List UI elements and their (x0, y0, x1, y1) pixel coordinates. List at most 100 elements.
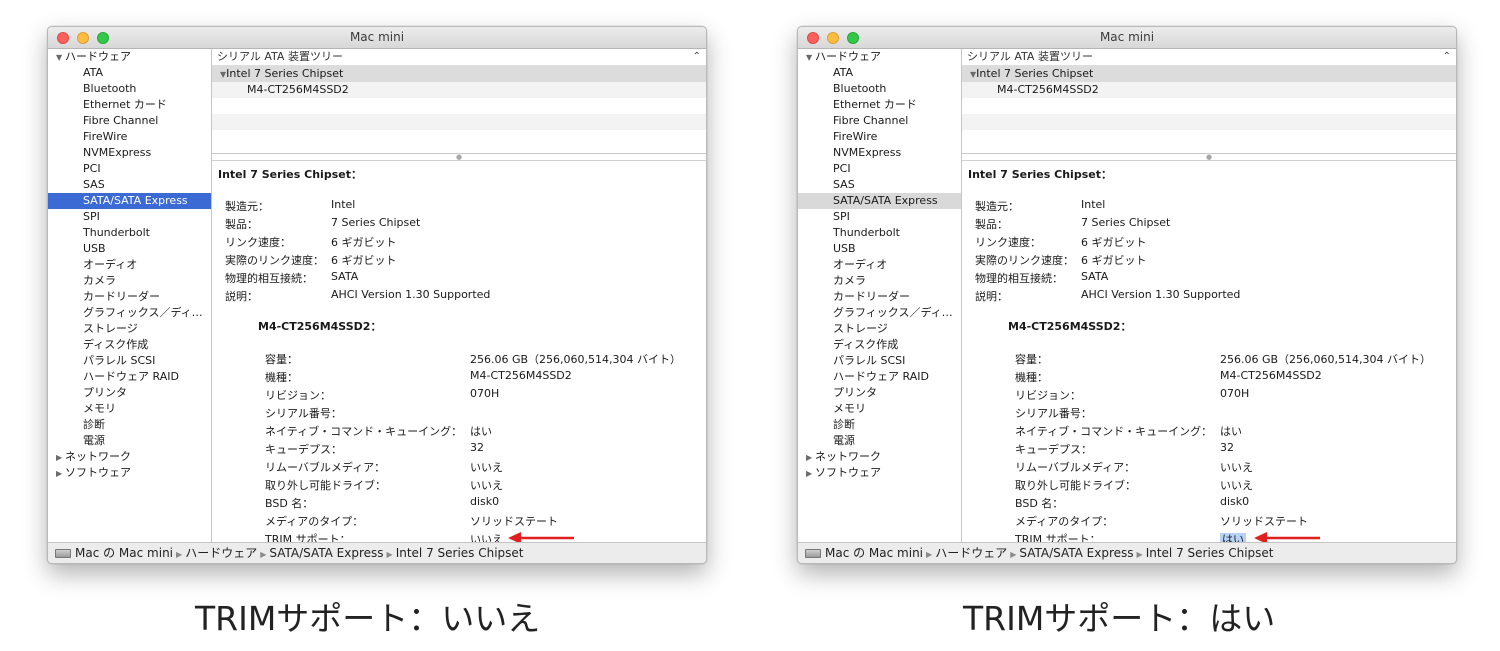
sidebar-item-sas[interactable]: SAS (48, 177, 211, 193)
sidebar-item-fibre-channel[interactable]: Fibre Channel (48, 113, 211, 129)
sidebar-item-item[interactable]: カメラ (48, 273, 211, 289)
sidebar-item-spi[interactable]: SPI (48, 209, 211, 225)
path-chipset[interactable]: Intel 7 Series Chipset (396, 546, 524, 560)
sidebar-item-item[interactable]: オーディオ (798, 257, 961, 273)
sidebar-item-item[interactable]: メモリ (48, 401, 211, 417)
sidebar-group-network[interactable]: ▶ ネットワーク (798, 449, 961, 465)
sidebar-item-firewire[interactable]: FireWire (48, 129, 211, 145)
sidebar-item-raid[interactable]: ハードウェア RAID (798, 369, 961, 385)
path-bus[interactable]: SATA/SATA Express (269, 546, 383, 560)
red-arrow-icon (508, 532, 574, 542)
property-value-text: ソリッドステート (470, 515, 558, 528)
chevron-right-icon: ▶ (260, 550, 267, 559)
close-button[interactable] (57, 32, 69, 44)
sidebar-item-ethernet[interactable]: Ethernet カード (798, 97, 961, 113)
sidebar-item-thunderbolt[interactable]: Thunderbolt (798, 225, 961, 241)
sidebar-item-bluetooth[interactable]: Bluetooth (48, 81, 211, 97)
sidebar-item-ata[interactable]: ATA (48, 65, 211, 81)
title-bar[interactable]: Mac mini (798, 27, 1456, 49)
sidebar-group-software[interactable]: ▶ ソフトウェア (798, 465, 961, 481)
disclosure-triangle-icon[interactable]: ▼ (56, 50, 65, 65)
disclosure-triangle-icon[interactable]: ▼ (806, 50, 815, 65)
sidebar-item-item[interactable]: グラフィックス／ディ… (48, 305, 211, 321)
sidebar-item-item[interactable]: グラフィックス／ディ… (798, 305, 961, 321)
property-value-text: disk0 (1220, 495, 1250, 508)
disclosure-triangle-right-icon[interactable]: ▶ (806, 466, 815, 481)
sidebar-item-item[interactable]: 診断 (798, 417, 961, 433)
sidebar-item-nvmexpress[interactable]: NVMExpress (48, 145, 211, 161)
path-hardware[interactable]: ハードウェア (935, 546, 1007, 560)
tree-column-header[interactable]: シリアル ATA 装置ツリー ⌃ (962, 49, 1456, 66)
sidebar-group-software[interactable]: ▶ ソフトウェア (48, 465, 211, 481)
split-view-divider[interactable]: ● (212, 154, 706, 161)
sidebar-item-fibre-channel[interactable]: Fibre Channel (798, 113, 961, 129)
sidebar-item-scsi[interactable]: パラレル SCSI (48, 353, 211, 369)
sidebar-item-item[interactable]: オーディオ (48, 257, 211, 273)
path-computer[interactable]: Mac の Mac mini (75, 546, 173, 560)
path-bus[interactable]: SATA/SATA Express (1019, 546, 1133, 560)
property-key: 製造元： (225, 200, 269, 213)
property-value: いいえ (1220, 459, 1253, 475)
sidebar-item-ata[interactable]: ATA (798, 65, 961, 81)
sidebar-group-network[interactable]: ▶ ネットワーク (48, 449, 211, 465)
close-button[interactable] (807, 32, 819, 44)
tree-row-device[interactable]: M4-CT256M4SSD2 (212, 82, 706, 98)
sidebar-item-item[interactable]: ストレージ (798, 321, 961, 337)
sidebar-item-nvmexpress[interactable]: NVMExpress (798, 145, 961, 161)
disclosure-triangle-right-icon[interactable]: ▶ (806, 450, 815, 465)
sidebar-item-item[interactable]: 電源 (48, 433, 211, 449)
sidebar-item-thunderbolt[interactable]: Thunderbolt (48, 225, 211, 241)
disclosure-triangle-right-icon[interactable]: ▶ (56, 466, 65, 481)
zoom-button[interactable] (847, 32, 859, 44)
tree-column-header[interactable]: シリアル ATA 装置ツリー ⌃ (212, 49, 706, 66)
sidebar-item-sata-sata-express[interactable]: SATA/SATA Express (48, 193, 211, 209)
sidebar-item-item[interactable]: ディスク作成 (798, 337, 961, 353)
path-chipset[interactable]: Intel 7 Series Chipset (1146, 546, 1274, 560)
zoom-button[interactable] (97, 32, 109, 44)
sidebar-item-firewire[interactable]: FireWire (798, 129, 961, 145)
sidebar-item-item[interactable]: 診断 (48, 417, 211, 433)
sidebar-item-pci[interactable]: PCI (48, 161, 211, 177)
sidebar-item-usb[interactable]: USB (798, 241, 961, 257)
sidebar-item-item[interactable]: プリンタ (48, 385, 211, 401)
title-bar[interactable]: Mac mini (48, 27, 706, 49)
tree-row-device[interactable]: M4-CT256M4SSD2 (962, 82, 1456, 98)
sidebar-group-hardware[interactable]: ▼ ハードウェア (48, 49, 211, 65)
sidebar-item-usb[interactable]: USB (48, 241, 211, 257)
sidebar-item-item[interactable]: 電源 (798, 433, 961, 449)
tree-row-chipset[interactable]: ▼Intel 7 Series Chipset (212, 66, 706, 82)
sort-caret-icon[interactable]: ⌃ (1443, 49, 1451, 65)
sidebar-item-ethernet[interactable]: Ethernet カード (48, 97, 211, 113)
sidebar-item-item[interactable]: カメラ (798, 273, 961, 289)
sidebar-item-pci[interactable]: PCI (798, 161, 961, 177)
property-value: いいえ (1220, 477, 1253, 493)
minimize-button[interactable] (827, 32, 839, 44)
sidebar-item-spi[interactable]: SPI (798, 209, 961, 225)
property-value: ソリッドステート (1220, 513, 1308, 529)
sidebar-item-bluetooth[interactable]: Bluetooth (798, 81, 961, 97)
sidebar-item-item[interactable]: カードリーダー (48, 289, 211, 305)
property-value: SATA (331, 270, 359, 283)
property-key: 製造元： (975, 200, 1019, 213)
sidebar-group-hardware[interactable]: ▼ ハードウェア (798, 49, 961, 65)
sort-caret-icon[interactable]: ⌃ (693, 49, 701, 65)
sidebar-item-scsi[interactable]: パラレル SCSI (798, 353, 961, 369)
device-title: M4-CT256M4SSD2： (1008, 320, 1132, 333)
property-key: シリアル番号： (265, 407, 342, 420)
split-view-divider[interactable]: ● (962, 154, 1456, 161)
sidebar-item-item[interactable]: ストレージ (48, 321, 211, 337)
sidebar-item-raid[interactable]: ハードウェア RAID (48, 369, 211, 385)
minimize-button[interactable] (77, 32, 89, 44)
disclosure-triangle-right-icon[interactable]: ▶ (56, 450, 65, 465)
path-computer[interactable]: Mac の Mac mini (825, 546, 923, 560)
sidebar-item-sas[interactable]: SAS (798, 177, 961, 193)
sidebar-item-item[interactable]: カードリーダー (798, 289, 961, 305)
property-value-text: 32 (470, 441, 484, 454)
property-value-text: いいえ (470, 461, 503, 474)
tree-row-chipset[interactable]: ▼Intel 7 Series Chipset (962, 66, 1456, 82)
sidebar-item-item[interactable]: プリンタ (798, 385, 961, 401)
sidebar-item-item[interactable]: メモリ (798, 401, 961, 417)
sidebar-item-item[interactable]: ディスク作成 (48, 337, 211, 353)
path-hardware[interactable]: ハードウェア (185, 546, 257, 560)
sidebar-item-sata-sata-express[interactable]: SATA/SATA Express (798, 193, 961, 209)
